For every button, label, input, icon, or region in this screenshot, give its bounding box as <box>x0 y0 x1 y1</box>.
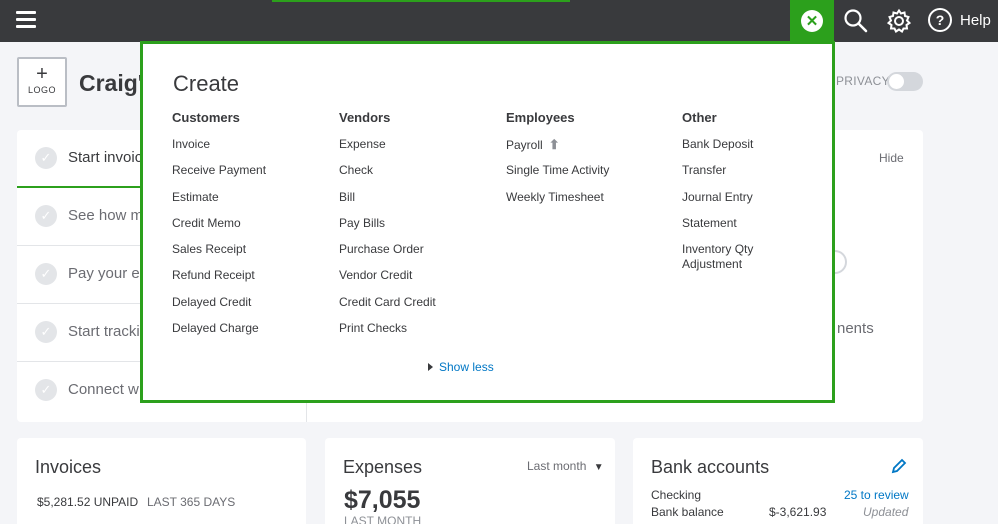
column-heading: Employees <box>506 110 575 125</box>
menu-item-vendor-credit[interactable]: Vendor Credit <box>339 268 436 294</box>
menu-item-bill[interactable]: Bill <box>339 190 436 216</box>
menu-item-statement[interactable]: Statement <box>682 216 782 242</box>
top-nav-bar: ✕ ? Help <box>0 0 998 42</box>
menu-item-transfer[interactable]: Transfer <box>682 163 782 189</box>
menu-item-estimate[interactable]: Estimate <box>172 190 266 216</box>
menu-item-sales-receipt[interactable]: Sales Receipt <box>172 242 266 268</box>
expenses-subtitle: LAST MONTH <box>344 514 422 524</box>
column-heading: Vendors <box>339 110 391 125</box>
menu-item-invoice[interactable]: Invoice <box>172 137 266 163</box>
menu-item-bank-deposit[interactable]: Bank Deposit <box>682 137 782 163</box>
privacy-toggle[interactable] <box>887 72 923 91</box>
invoices-period: LAST 365 DAYS <box>147 495 236 509</box>
check-icon: ✓ <box>35 263 57 285</box>
setup-task-label: See how m <box>68 207 144 224</box>
menu-item-inventory-qty-adjustment[interactable]: Inventory Qty Adjustment <box>682 242 782 271</box>
search-icon[interactable] <box>843 8 869 34</box>
close-create-button[interactable]: ✕ <box>790 0 834 42</box>
expenses-card: Expenses Last month ▼ $7,055 LAST MONTH <box>325 438 615 524</box>
add-logo-button[interactable]: + LOGO <box>17 57 67 107</box>
menu-item-journal-entry[interactable]: Journal Entry <box>682 190 782 216</box>
vendors-column: Vendors Expense Check Bill Pay Bills Pur… <box>339 110 436 347</box>
menu-item-pay-bills[interactable]: Pay Bills <box>339 216 436 242</box>
privacy-label: PRIVACY <box>836 74 890 88</box>
expenses-period-dropdown[interactable]: Last month ▼ <box>527 459 604 473</box>
logo-label: LOGO <box>27 85 56 95</box>
column-heading: Other <box>682 110 717 125</box>
bank-accounts-title: Bank accounts <box>651 457 770 477</box>
setup-task-label: Start tracki <box>68 323 140 340</box>
partial-text: nents <box>837 320 874 337</box>
bank-account-name: Checking <box>651 488 702 502</box>
menu-item-credit-memo[interactable]: Credit Memo <box>172 216 266 242</box>
show-less-link[interactable]: Show less <box>428 360 494 374</box>
invoices-title: Invoices <box>35 457 102 477</box>
pencil-icon[interactable] <box>891 458 907 474</box>
expenses-amount: $7,055 <box>344 486 421 514</box>
bank-accounts-card: Bank accounts Checking 25 to review Bank… <box>633 438 923 524</box>
arrow-up-icon: ⬆ <box>548 137 560 152</box>
other-column: Other Bank Deposit Transfer Journal Entr… <box>682 110 782 271</box>
menu-item-single-time-activity[interactable]: Single Time Activity <box>506 163 609 189</box>
help-label: Help <box>960 11 991 29</box>
hamburger-menu-icon[interactable] <box>16 11 36 29</box>
check-icon: ✓ <box>35 379 57 401</box>
setup-task-label: Start invoic <box>68 149 143 166</box>
menu-item-receive-payment[interactable]: Receive Payment <box>172 163 266 189</box>
employees-column: Employees Payroll ⬆ Single Time Activity … <box>506 110 609 216</box>
help-icon: ? <box>928 8 952 32</box>
setup-task-label: Pay your er <box>68 265 145 282</box>
expenses-title: Expenses <box>343 457 423 477</box>
menu-item-purchase-order[interactable]: Purchase Order <box>339 242 436 268</box>
help-button[interactable]: ? Help <box>928 8 991 32</box>
menu-item-label: Payroll <box>506 138 543 152</box>
menu-item-credit-card-credit[interactable]: Credit Card Credit <box>339 295 436 321</box>
create-title: Create <box>173 71 240 96</box>
gear-icon[interactable] <box>886 8 912 34</box>
show-less-label: Show less <box>439 360 494 374</box>
check-icon: ✓ <box>35 147 57 169</box>
menu-item-payroll[interactable]: Payroll ⬆ <box>506 137 609 163</box>
bank-updated-label: Updated <box>863 505 909 519</box>
menu-item-refund-receipt[interactable]: Refund Receipt <box>172 268 266 294</box>
bank-balance-value: $-3,621.93 <box>769 505 827 519</box>
invoices-unpaid: $5,281.52 UNPAID <box>37 495 139 509</box>
chevron-down-icon: ▼ <box>593 462 604 473</box>
menu-item-expense[interactable]: Expense <box>339 137 436 163</box>
invoices-card: Invoices $5,281.52 UNPAID LAST 365 DAYS <box>17 438 306 524</box>
caret-right-icon <box>428 363 433 371</box>
toggle-knob <box>889 74 904 89</box>
to-review-link[interactable]: 25 to review <box>844 488 909 502</box>
customers-column: Customers Invoice Receive Payment Estima… <box>172 110 266 347</box>
check-icon: ✓ <box>35 205 57 227</box>
check-icon: ✓ <box>35 321 57 343</box>
menu-item-check[interactable]: Check <box>339 163 436 189</box>
menu-item-delayed-charge[interactable]: Delayed Charge <box>172 321 266 347</box>
column-heading: Customers <box>172 110 240 125</box>
active-indicator-strip <box>272 0 570 2</box>
close-icon: ✕ <box>801 10 823 32</box>
menu-item-delayed-credit[interactable]: Delayed Credit <box>172 295 266 321</box>
expenses-period-label: Last month <box>527 459 587 473</box>
setup-task-label: Connect w <box>68 381 139 398</box>
bank-balance-label: Bank balance <box>651 505 724 519</box>
create-menu-panel: Create Customers Invoice Receive Payment… <box>140 41 835 403</box>
progress-ring-icon <box>835 250 847 274</box>
menu-item-weekly-timesheet[interactable]: Weekly Timesheet <box>506 190 609 216</box>
hide-link[interactable]: Hide <box>879 151 904 165</box>
menu-item-print-checks[interactable]: Print Checks <box>339 321 436 347</box>
plus-icon: + <box>36 63 48 85</box>
